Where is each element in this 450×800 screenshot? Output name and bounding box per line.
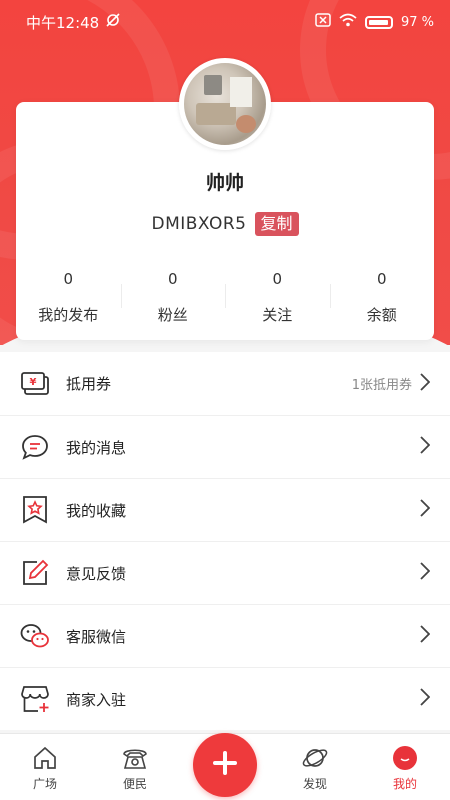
stat-following[interactable]: 0 关注 [225,262,330,332]
plus-icon [212,750,238,780]
avatar[interactable] [179,58,271,150]
menu-item-label: 我的消息 [66,438,127,457]
stat-value: 0 [63,270,74,288]
nav-item-plaza[interactable]: 广场 [0,744,90,800]
svg-text:¥: ¥ [30,377,37,388]
stat-label: 我的发布 [38,306,99,324]
planet-icon [301,744,329,772]
phone-icon [121,744,149,772]
chevron-right-icon [420,372,431,395]
feedback-icon [20,558,50,588]
menu-item-messages[interactable]: 我的消息 [0,415,450,478]
chevron-right-icon [420,562,431,584]
coupon-icon: ¥ [20,369,50,399]
menu-item-coupon[interactable]: ¥ 抵用券 1张抵用券 [0,352,450,415]
invite-code: DMIBXOR5 [151,214,247,234]
invite-code-row: DMIBXOR5 复制 [0,212,450,236]
menu-list: ¥ 抵用券 1张抵用券 我的消息 我的收藏 意见反馈 客服微信 商家入驻 [0,352,450,730]
nav-item-discover[interactable]: 发现 [270,744,360,800]
menu-item-label: 客服微信 [66,627,127,646]
stat-fans[interactable]: 0 粉丝 [120,262,226,332]
stat-value: 0 [167,270,178,288]
status-time: 中午12:48 [26,13,100,32]
sim-off-icon [315,13,331,31]
nav-item-label: 广场 [32,777,57,791]
stat-balance[interactable]: 0 余额 [329,262,435,332]
sync-off-icon [105,12,121,32]
battery-icon [364,15,393,29]
menu-item-merchant[interactable]: 商家入驻 [0,667,450,730]
menu-item-label: 我的收藏 [66,501,127,520]
stat-label: 粉丝 [157,306,188,324]
copy-button[interactable]: 复制 [254,212,299,236]
chevron-right-icon [420,499,431,521]
nav-item-label: 发现 [302,777,327,791]
message-icon [20,432,50,462]
battery-percent: 97 % [400,14,434,30]
menu-item-feedback[interactable]: 意见反馈 [0,541,450,604]
stats-row: 0 我的发布 0 粉丝 0 关注 0 余额 [16,262,434,332]
stat-label: 关注 [262,306,293,324]
stat-value: 0 [376,270,387,288]
chevron-right-icon [420,436,431,458]
wechat-icon [20,621,50,651]
username: 帅帅 [205,172,244,194]
profile-icon [391,744,419,772]
menu-item-label: 商家入驻 [66,690,127,709]
publish-button[interactable] [193,733,257,797]
chevron-right-icon [420,688,431,710]
store-icon [20,684,50,714]
home-icon [31,744,59,772]
menu-item-favorites[interactable]: 我的收藏 [0,478,450,541]
stat-value: 0 [272,270,283,288]
stat-label: 余额 [366,306,397,324]
menu-item-label: 抵用券 [66,375,112,393]
coupon-count: 1张抵用券 [351,378,412,393]
nav-item-label: 我的 [392,777,417,791]
stat-posts[interactable]: 0 我的发布 [16,262,121,332]
nav-item-services[interactable]: 便民 [90,744,180,800]
menu-item-wechat-support[interactable]: 客服微信 [0,604,450,667]
chevron-right-icon [420,625,431,647]
menu-item-label: 意见反馈 [66,564,127,583]
nav-item-label: 便民 [122,777,147,791]
favorite-icon [20,495,50,525]
nav-item-mine[interactable]: 我的 [360,744,450,800]
wifi-icon [339,13,357,31]
status-bar: 中午12:48 97 % [0,0,450,44]
